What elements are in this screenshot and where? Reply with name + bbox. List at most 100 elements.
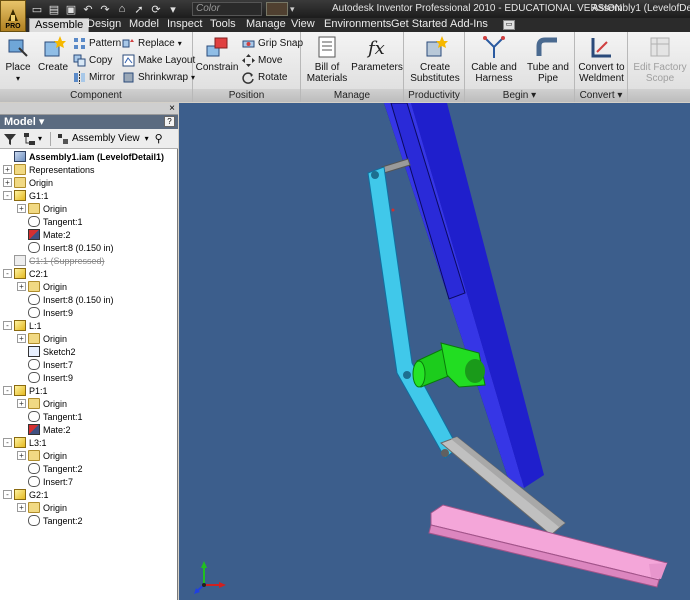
tree-item[interactable]: Insert:8 (0.150 in)	[17, 293, 114, 306]
shrinkwrap-button[interactable]: Shrinkwrap ▾	[122, 70, 195, 84]
tree-item[interactable]: + Origin	[17, 280, 67, 293]
open-folder-icon[interactable]: ▤	[47, 2, 61, 16]
collapse-icon[interactable]: -	[3, 386, 12, 395]
cable-and-harness-button[interactable]: Cable and Harness	[469, 34, 519, 84]
filter-icon[interactable]	[3, 132, 17, 146]
expand-icon[interactable]: +	[3, 178, 12, 187]
collapse-icon[interactable]: -	[3, 321, 12, 330]
parameters-button[interactable]: fx Parameters	[351, 34, 403, 73]
tab-design[interactable]: Design	[87, 18, 121, 32]
mirror-button[interactable]: Mirror	[73, 70, 115, 84]
home-icon[interactable]: ⌂	[115, 2, 129, 16]
bill-of-materials-button[interactable]: Bill of Materials	[304, 34, 350, 84]
grip-snap-button[interactable]: Grip Snap	[242, 36, 303, 50]
graphics-viewport[interactable]	[179, 103, 690, 600]
manage-panel-title[interactable]: Manage	[301, 89, 403, 102]
collapse-icon[interactable]: -	[3, 490, 12, 499]
collapse-icon[interactable]: -	[3, 438, 12, 447]
replace-button[interactable]: Replace ▾	[122, 36, 182, 50]
tree-item[interactable]: - G2:1	[3, 488, 49, 501]
move-button[interactable]: Move	[242, 53, 282, 67]
redo-icon[interactable]: ↷	[98, 2, 112, 16]
convert-panel-title[interactable]: Convert ▾	[575, 89, 627, 102]
tree-item[interactable]: + Origin	[17, 202, 67, 215]
tree-item[interactable]: Tangent:1	[17, 215, 83, 228]
expand-icon[interactable]: +	[17, 334, 26, 343]
tab-manage[interactable]: Manage	[246, 18, 286, 32]
tree-item[interactable]: + Origin	[17, 397, 67, 410]
collapse-icon[interactable]: -	[3, 191, 12, 200]
select-cursor-icon[interactable]: ➚	[132, 2, 146, 16]
close-icon[interactable]: ×	[169, 103, 175, 114]
copy-button[interactable]: Copy	[73, 53, 112, 67]
tree-item[interactable]: + Origin	[17, 501, 67, 514]
chevron-down-icon[interactable]: ▾	[145, 134, 149, 143]
tree-item[interactable]: + Origin	[17, 332, 67, 345]
help-icon[interactable]: ?	[164, 116, 175, 127]
tree-item[interactable]: Insert:7	[17, 475, 73, 488]
tree-item[interactable]: Insert:9	[17, 306, 73, 319]
tree-item[interactable]: + Origin	[17, 449, 67, 462]
chevron-down-icon[interactable]: ▾	[166, 2, 180, 16]
minimize-ribbon-icon[interactable]: ▭	[503, 20, 515, 30]
tree-item[interactable]: Mate:2	[17, 228, 71, 241]
tree-item[interactable]: - L:1	[3, 319, 42, 332]
tree-item[interactable]: Insert:8 (0.150 in)	[17, 241, 114, 254]
browser-title[interactable]: Model ▾	[0, 115, 178, 129]
tab-assemble[interactable]: Assemble	[29, 18, 90, 32]
component-panel-title[interactable]: Component	[0, 89, 192, 102]
tab-environments[interactable]: Environments	[324, 18, 391, 32]
coordinate-triad-icon[interactable]	[194, 561, 226, 594]
tree-item[interactable]: Tangent:1	[17, 410, 83, 423]
tree-item[interactable]: Assembly1.iam (LevelofDetail1)	[3, 150, 164, 163]
position-panel-title[interactable]: Position	[193, 89, 300, 102]
tree-item[interactable]: Insert:7	[17, 358, 73, 371]
chevron-down-icon[interactable]: ▾	[38, 134, 42, 143]
tab-model[interactable]: Model	[129, 18, 159, 32]
expand-icon[interactable]: +	[17, 282, 26, 291]
chevron-down-icon[interactable]: ▾	[290, 4, 295, 15]
tube-and-pipe-button[interactable]: Tube and Pipe	[523, 34, 573, 84]
tree-item[interactable]: + Origin	[3, 176, 53, 189]
expand-icon[interactable]: +	[3, 165, 12, 174]
tab-tools[interactable]: Tools	[210, 18, 236, 32]
undo-icon[interactable]: ↶	[81, 2, 95, 16]
save-icon[interactable]: ▣	[64, 2, 78, 16]
hierarchy-icon[interactable]	[23, 132, 37, 146]
tree-item[interactable]: - G1:1	[3, 189, 49, 202]
place-button[interactable]: Place ▾	[3, 34, 33, 84]
edit-factory-scope-button[interactable]: Edit Factory Scope	[632, 34, 688, 84]
tree-item[interactable]: C1:1 (Suppressed)	[3, 254, 105, 267]
tab-add-ins[interactable]: Add-Ins	[450, 18, 488, 32]
expand-icon[interactable]: +	[17, 451, 26, 460]
tab-get-started[interactable]: Get Started	[391, 18, 447, 32]
tree-item[interactable]: Tangent:2	[17, 514, 83, 527]
expand-icon[interactable]: +	[17, 503, 26, 512]
make-layout-button[interactable]: Make Layout	[122, 53, 195, 67]
create-substitutes-button[interactable]: Create Substitutes	[410, 34, 460, 84]
tab-view[interactable]: View	[291, 18, 315, 32]
assembly-view-select[interactable]: Assembly View	[72, 133, 140, 144]
application-menu-button[interactable]: PRO	[0, 0, 26, 32]
expand-icon[interactable]: +	[17, 204, 26, 213]
new-file-icon[interactable]: ▭	[30, 2, 44, 16]
tree-item[interactable]: Sketch2	[17, 345, 76, 358]
tree-item[interactable]: Tangent:2	[17, 462, 83, 475]
convert-to-weldment-button[interactable]: Convert to Weldment	[577, 34, 626, 84]
tree-item[interactable]: - L3:1	[3, 436, 47, 449]
tree-item[interactable]: Mate:2	[17, 423, 71, 436]
tree-item[interactable]: + Representations	[3, 163, 95, 176]
tree-item[interactable]: - C2:1	[3, 267, 48, 280]
appearance-icon[interactable]	[266, 2, 288, 16]
top-pin-part[interactable]	[381, 158, 411, 174]
collapse-icon[interactable]: -	[3, 269, 12, 278]
assembly-3d-view[interactable]	[179, 103, 690, 600]
rotate-button[interactable]: Rotate	[242, 70, 287, 84]
tree-item[interactable]: Insert:9	[17, 371, 73, 384]
update-icon[interactable]: ⟳	[149, 2, 163, 16]
tab-inspect[interactable]: Inspect	[167, 18, 202, 32]
productivity-panel-title[interactable]: Productivity	[404, 89, 464, 102]
begin-panel-title[interactable]: Begin ▾	[465, 89, 574, 102]
create-button[interactable]: Create	[37, 34, 69, 73]
constrain-button[interactable]: Constrain	[195, 34, 239, 73]
